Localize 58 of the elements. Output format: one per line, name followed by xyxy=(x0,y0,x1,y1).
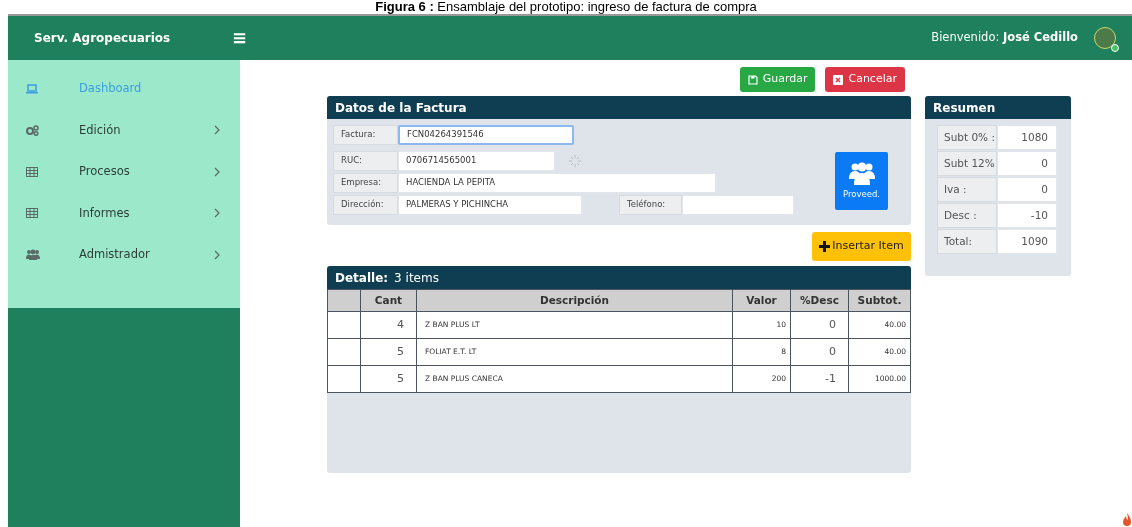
close-icon xyxy=(833,74,844,85)
user-avatar[interactable] xyxy=(1094,27,1116,49)
panel-header: Resumen xyxy=(925,96,1071,119)
sidebar-item[interactable]: Edición xyxy=(8,109,240,151)
summary-label: Total: xyxy=(937,229,997,254)
item-count: 3 items xyxy=(394,269,439,287)
spinner-icon xyxy=(569,154,581,167)
laptop-icon xyxy=(26,83,38,94)
input-field[interactable]: FCN04264391546 xyxy=(398,124,574,145)
users-icon xyxy=(26,249,40,261)
table-cell[interactable]: 4 xyxy=(360,311,417,339)
menu-button[interactable]: ≡ xyxy=(232,29,248,47)
summary-label: Iva : xyxy=(937,177,997,202)
sidebar-item[interactable]: Informes xyxy=(8,192,240,234)
plus-icon xyxy=(819,241,831,252)
gears-icon xyxy=(26,124,39,136)
figure-caption: Figura 6 : Ensamblaje del prototipo: ingreso de factura de compra xyxy=(375,0,757,14)
field-label: Teléfono: xyxy=(619,194,682,215)
save-icon xyxy=(747,74,758,85)
field-label: Empresa: xyxy=(333,172,398,193)
sidebar-item[interactable]: Admistrador xyxy=(8,234,240,276)
table-cell[interactable]: 0 xyxy=(790,311,849,339)
input-field[interactable] xyxy=(682,194,794,215)
field-label: Factura: xyxy=(333,124,398,145)
summary-value: 0 xyxy=(997,151,1057,176)
summary-value: 1080 xyxy=(997,125,1057,150)
panel-header: Datos de la Factura xyxy=(327,96,911,119)
table-icon xyxy=(26,166,38,177)
field-label: RUC: xyxy=(333,150,398,171)
column-header: Cant xyxy=(360,289,417,312)
column-header: %Desc xyxy=(790,289,849,312)
flame-icon xyxy=(1122,513,1132,527)
summary-value: -10 xyxy=(997,203,1057,228)
brand-title: Serv. Agropecuarios xyxy=(33,30,172,47)
table-cell[interactable]: -1 xyxy=(790,365,849,393)
column-header: Subtot. xyxy=(848,289,911,312)
users-icon xyxy=(848,161,875,186)
input-field[interactable]: 0706714565001 xyxy=(398,150,555,171)
column-header: Descripción xyxy=(416,289,733,312)
field-label: Dirección: xyxy=(333,194,398,215)
summary-label: Subt 12% xyxy=(937,151,997,176)
input-field[interactable]: PALMERAS Y PICHINCHA xyxy=(398,194,582,215)
summary-label: Desc : xyxy=(937,203,997,228)
detail-title: Detalle: xyxy=(335,269,389,287)
input-field[interactable]: HACIENDA LA PEPITA xyxy=(398,172,716,193)
welcome-text: Bienvenido: José Cedillo xyxy=(931,29,1078,47)
table-cell[interactable]: 5 xyxy=(360,365,417,393)
table-icon xyxy=(26,208,38,219)
supplier-button[interactable]: Proveed. xyxy=(835,152,888,210)
column-header: Valor xyxy=(732,289,791,312)
table-cell[interactable]: 5 xyxy=(360,338,417,366)
insert-item-button[interactable]: Insertar Item xyxy=(812,232,911,261)
summary-value: 1090 xyxy=(997,229,1057,254)
cancel-button[interactable]: Cancelar xyxy=(825,67,905,92)
summary-value: 0 xyxy=(997,177,1057,202)
table-cell[interactable]: 0 xyxy=(790,338,849,366)
summary-label: Subt 0% : xyxy=(937,125,997,150)
sidebar-item[interactable]: Procesos xyxy=(8,151,240,193)
